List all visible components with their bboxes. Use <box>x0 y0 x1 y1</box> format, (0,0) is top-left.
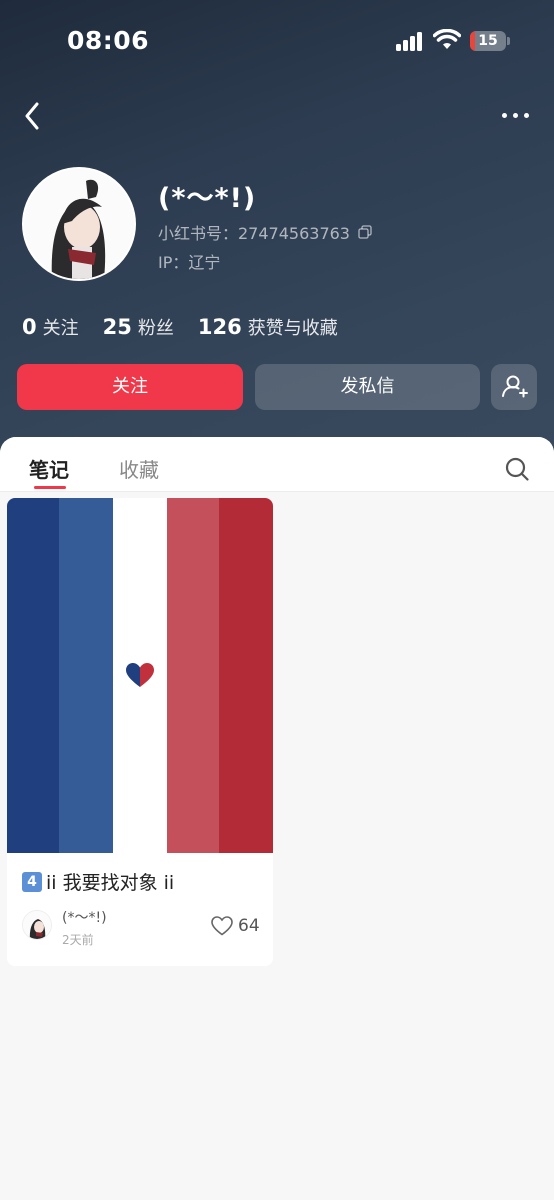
avatar[interactable] <box>22 167 136 281</box>
profile-stats: 0 关注 25 粉丝 126 获赞与收藏 <box>22 314 338 340</box>
tabs-bar: 笔记 收藏 <box>0 437 554 492</box>
stat-followers[interactable]: 25 粉丝 <box>103 314 174 340</box>
back-chevron-icon[interactable] <box>18 98 50 134</box>
note-title-text: ii 我要找对象 ii <box>46 872 175 894</box>
flag-stripe <box>167 498 219 853</box>
cellular-signal-icon <box>396 31 424 51</box>
note-author-name: (*～*!) <box>62 910 107 926</box>
more-options-icon[interactable] <box>496 100 536 130</box>
keycap-number-badge: 4 <box>22 871 42 892</box>
heart-emoji-icon <box>126 663 154 687</box>
profile-id-text: 小红书号：2747456376​3 <box>158 224 350 243</box>
like-button[interactable]: 64 <box>211 916 260 936</box>
stat-following-count: 0 <box>22 315 37 339</box>
note-title: 4 ii 我要找对象 ii <box>22 868 174 895</box>
flag-stripe <box>219 498 273 853</box>
flag-stripe <box>7 498 59 853</box>
active-tab-indicator <box>34 486 66 489</box>
note-card[interactable]: 4 ii 我要找对象 ii (*～*!) 2天前 64 <box>7 498 273 966</box>
status-bar: 08:06 15 <box>0 0 554 84</box>
stat-followers-count: 25 <box>102 315 132 339</box>
stat-likes-collects[interactable]: 126 获赞与收藏 <box>198 314 338 340</box>
stat-likes-label: 获赞与收藏 <box>247 318 338 339</box>
profile-name: (*～*!) <box>158 183 257 214</box>
avatar-anime-girl-image <box>24 169 134 279</box>
profile-id: 小红书号：2747456376​3 <box>158 220 372 244</box>
battery-level-text: 15 <box>478 33 498 49</box>
stat-followers-label: 粉丝 <box>137 318 174 339</box>
tab-collections[interactable]: 收藏 <box>119 454 159 483</box>
flag-stripe <box>59 498 113 853</box>
copy-icon[interactable] <box>358 225 372 239</box>
stat-following[interactable]: 0 关注 <box>22 314 79 340</box>
author-avatar <box>22 910 52 940</box>
tab-notes[interactable]: 笔记 <box>29 454 69 483</box>
profile-ip-location: IP：辽宁 <box>158 253 221 272</box>
note-post-time: 2天前 <box>62 933 94 947</box>
follow-button[interactable]: 关注 <box>17 364 243 410</box>
add-friend-icon[interactable] <box>491 364 537 410</box>
stat-likes-count: 126 <box>197 315 242 339</box>
stat-following-label: 关注 <box>42 318 79 339</box>
like-count: 64 <box>238 916 260 936</box>
battery-icon: 15 <box>470 31 506 51</box>
search-icon[interactable] <box>504 456 530 482</box>
heart-outline-icon <box>211 916 233 936</box>
wifi-icon <box>433 29 461 49</box>
send-message-button[interactable]: 发私信 <box>255 364 480 410</box>
status-time: 08:06 <box>67 26 150 55</box>
